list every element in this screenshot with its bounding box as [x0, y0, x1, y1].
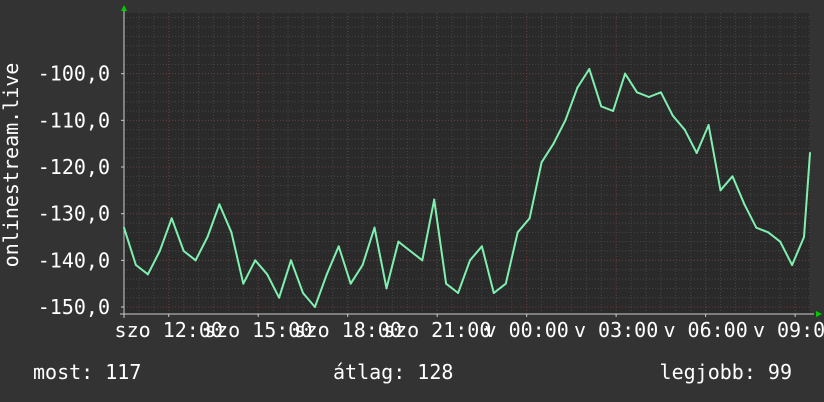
data-point	[182, 250, 185, 252]
line-chart: -100,0 -110,0 -120,0 -130,0 -140,0 -150,0 szo…	[0, 5, 824, 342]
data-point	[576, 86, 579, 89]
data-point	[731, 175, 734, 178]
data-point	[206, 236, 209, 238]
data-point	[803, 236, 806, 238]
data-point	[457, 292, 460, 294]
x-tick-label: v 03:00	[574, 318, 658, 342]
data-point	[325, 273, 328, 276]
current-value: most: 117	[33, 360, 142, 384]
data-point	[552, 142, 555, 145]
x-tick-label: szo 21:00	[383, 318, 491, 342]
data-point	[170, 217, 173, 220]
data-point	[564, 119, 567, 122]
data-point	[134, 264, 137, 266]
best-value: legjobb: 99	[659, 360, 792, 384]
data-point	[218, 203, 221, 206]
data-point	[397, 240, 400, 243]
stats-bar: most: 117 átlag: 128 legjobb: 99	[0, 360, 824, 390]
y-tick-label: -140,0	[38, 248, 110, 272]
data-point	[290, 259, 293, 262]
data-point	[743, 203, 746, 206]
data-point	[624, 72, 627, 75]
data-point	[695, 152, 698, 154]
data-point	[409, 250, 412, 252]
data-point	[349, 282, 352, 285]
data-point	[194, 259, 197, 262]
average-value: átlag: 128	[333, 360, 454, 384]
y-axis-label: onlinestream.live	[0, 63, 23, 268]
data-point	[301, 292, 304, 294]
data-point	[313, 306, 316, 308]
data-point	[600, 105, 603, 108]
y-axis-ticks: -100,0 -110,0 -120,0 -130,0 -140,0 -150,0	[38, 62, 124, 319]
data-point	[278, 296, 281, 299]
data-point	[779, 240, 782, 243]
data-point	[719, 189, 722, 192]
data-point	[385, 287, 388, 290]
data-point	[373, 226, 376, 229]
data-point	[421, 259, 424, 262]
y-tick-label: -110,0	[38, 108, 110, 132]
data-point	[468, 259, 471, 262]
data-point	[636, 91, 639, 94]
x-tick-label: v 06:00	[663, 318, 747, 342]
data-point	[242, 282, 245, 285]
data-point	[230, 231, 233, 234]
y-tick-label: -120,0	[38, 155, 110, 179]
data-point	[809, 152, 811, 154]
data-point	[158, 250, 161, 252]
data-point	[146, 273, 149, 276]
data-point	[647, 96, 650, 98]
data-point	[755, 226, 758, 229]
data-point	[433, 198, 436, 201]
data-point	[540, 161, 543, 164]
data-point	[683, 128, 686, 131]
data-point	[266, 273, 269, 276]
data-point	[361, 264, 364, 266]
y-tick-label: -100,0	[38, 62, 110, 86]
data-point	[516, 231, 519, 234]
data-point	[767, 231, 770, 234]
data-point	[791, 264, 794, 266]
data-point	[123, 226, 125, 229]
data-point	[492, 292, 495, 294]
data-point	[254, 259, 257, 262]
x-tick-label: v 09:00	[753, 318, 824, 342]
data-point	[480, 245, 483, 248]
data-point	[504, 282, 507, 285]
y-tick-label: -130,0	[38, 202, 110, 226]
data-point	[337, 245, 340, 248]
data-point	[707, 124, 710, 126]
y-tick-label: -150,0	[38, 295, 110, 319]
data-point	[612, 110, 615, 112]
data-point	[588, 68, 591, 70]
data-point	[671, 114, 674, 117]
y-axis-arrow-icon	[121, 5, 127, 11]
x-axis-ticks: szo 12:00szo 15:00szo 18:00szo 21:00v 00…	[115, 314, 824, 342]
data-point	[445, 282, 448, 285]
data-point	[528, 217, 531, 220]
data-point	[659, 91, 662, 94]
x-tick-label: v 00:00	[485, 318, 569, 342]
x-axis-arrow-icon	[816, 311, 822, 317]
